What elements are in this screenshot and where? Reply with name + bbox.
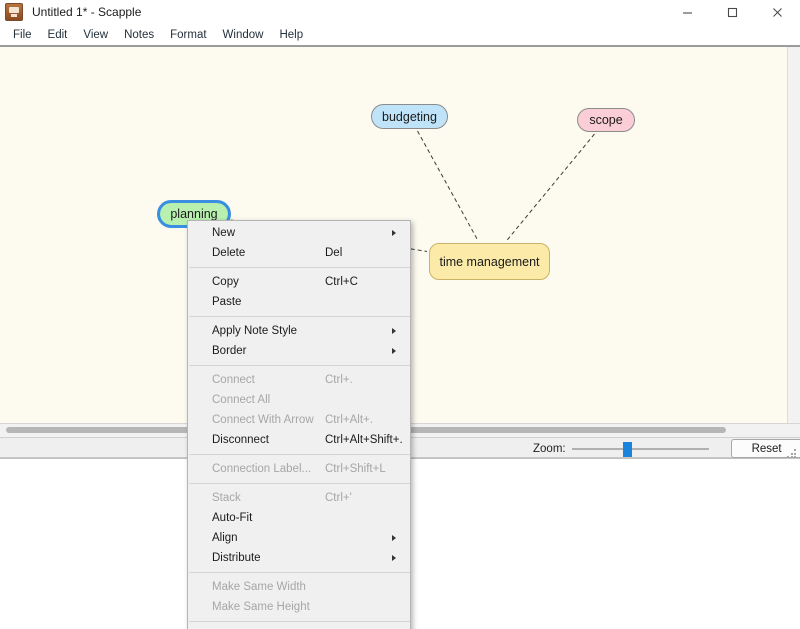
note-context-menu[interactable]: New Delete Del Copy Ctrl+C Paste Apply Note St… <box>187 220 411 629</box>
menu-item-shortcut: Ctrl+Shift+L <box>325 463 386 475</box>
menu-item-make-same-height: Make Same Height <box>188 597 410 617</box>
submenu-arrow-icon <box>392 328 396 334</box>
menu-item-paste[interactable]: Paste <box>188 292 410 312</box>
scrollbar-corner <box>787 424 800 437</box>
menu-separator <box>189 572 410 573</box>
menu-item-shortcut: Ctrl+Alt+. <box>325 414 373 426</box>
menu-item-label: Disconnect <box>212 434 269 446</box>
menubar-item-help[interactable]: Help <box>271 27 311 43</box>
menubar-item-window[interactable]: Window <box>215 27 272 43</box>
menu-item-shortcut: Ctrl+Alt+Shift+. <box>325 434 403 446</box>
menu-item-label: Distribute <box>212 552 261 564</box>
submenu-arrow-icon <box>392 230 396 236</box>
menu-separator <box>189 621 410 622</box>
scapple-app-icon <box>5 3 23 21</box>
menu-item-new[interactable]: New <box>188 223 410 243</box>
menu-item-copy[interactable]: Copy Ctrl+C <box>188 272 410 292</box>
menu-item-shortcut: Del <box>325 247 343 259</box>
zoom-slider[interactable] <box>571 441 709 457</box>
title-bar: Untitled 1* - Scapple <box>0 0 800 24</box>
note-label: planning <box>170 207 218 221</box>
window-controls <box>665 0 800 24</box>
note-budgeting[interactable]: budgeting <box>371 104 448 129</box>
menu-item-label: Align <box>212 532 238 544</box>
note-scope[interactable]: scope <box>577 108 635 132</box>
menu-item-connect-all: Connect All <box>188 390 410 410</box>
menu-item-delete[interactable]: Delete Del <box>188 243 410 263</box>
zoom-slider-track <box>571 447 709 450</box>
menu-separator <box>189 454 410 455</box>
vertical-scrollbar[interactable] <box>787 47 800 423</box>
menu-bar: File Edit View Notes Format Window Help <box>0 24 800 45</box>
menubar-item-edit[interactable]: Edit <box>40 27 76 43</box>
menu-item-distribute[interactable]: Distribute <box>188 548 410 568</box>
menu-separator <box>189 316 410 317</box>
menu-item-label: Apply Note Style <box>212 325 298 337</box>
menu-item-label: Border <box>212 345 247 357</box>
menu-item-label: Delete <box>212 247 246 259</box>
menu-separator <box>189 267 410 268</box>
menubar-item-file[interactable]: File <box>5 27 40 43</box>
menu-item-shortcut: Ctrl+C <box>325 276 358 288</box>
menu-item-label: Stack <box>212 492 241 504</box>
menu-item-disconnect[interactable]: Disconnect Ctrl+Alt+Shift+. <box>188 430 410 450</box>
menu-item-label: Paste <box>212 296 242 308</box>
menu-item-label: Connect With Arrow <box>212 414 314 426</box>
menubar-item-notes[interactable]: Notes <box>116 27 162 43</box>
menu-item-label: Connection Label... <box>212 463 312 475</box>
zoom-control-group: Zoom: Reset <box>533 438 800 459</box>
connection-budgeting-to-time-management <box>417 130 479 242</box>
window-title: Untitled 1* - Scapple <box>32 5 142 19</box>
menu-item-shortcut: Ctrl+. <box>325 374 353 386</box>
submenu-arrow-icon <box>392 535 396 541</box>
menu-item-label: Make Same Width <box>212 581 306 593</box>
submenu-arrow-icon <box>392 555 396 561</box>
menu-item-connect: Connect Ctrl+. <box>188 370 410 390</box>
menu-item-apply-note-style[interactable]: Apply Note Style <box>188 321 410 341</box>
note-label: time management <box>439 254 540 269</box>
menu-item-label: Auto-Fit <box>212 512 253 524</box>
submenu-arrow-icon <box>392 348 396 354</box>
note-label: budgeting <box>382 109 437 124</box>
menu-item-auto-fit[interactable]: Auto-Fit <box>188 508 410 528</box>
menu-item-connect-with-arrow: Connect With Arrow Ctrl+Alt+. <box>188 410 410 430</box>
menu-item-label: Make Same Height <box>212 601 310 613</box>
close-icon[interactable] <box>755 0 800 24</box>
connection-scope-to-time-management <box>505 133 595 242</box>
menubar-item-view[interactable]: View <box>75 27 116 43</box>
maximize-icon[interactable] <box>710 0 755 24</box>
menu-item-label: Copy <box>212 276 239 288</box>
note-label: scope <box>589 113 623 127</box>
menu-separator <box>189 483 410 484</box>
menu-item-border[interactable]: Border <box>188 341 410 361</box>
menu-separator <box>189 365 410 366</box>
menubar-item-format[interactable]: Format <box>162 27 214 43</box>
menu-item-align[interactable]: Align <box>188 528 410 548</box>
menu-item-label: New <box>212 227 236 239</box>
menu-item-connection-label: Connection Label... Ctrl+Shift+L <box>188 459 410 479</box>
menu-item-label: Connect <box>212 374 255 386</box>
zoom-slider-thumb[interactable] <box>622 441 632 457</box>
menu-item-make-same-width: Make Same Width <box>188 577 410 597</box>
menu-item-stack: Stack Ctrl+' <box>188 488 410 508</box>
menu-item-label: Connect All <box>212 394 271 406</box>
menu-item-shortcut: Ctrl+' <box>325 492 352 504</box>
minimize-icon[interactable] <box>665 0 710 24</box>
zoom-label: Zoom: <box>533 442 566 455</box>
note-time-management[interactable]: time management <box>429 243 550 280</box>
resize-grip-icon[interactable] <box>787 449 797 458</box>
scapple-window: Untitled 1* - Scapple File Edit View Notes F… <box>0 0 800 629</box>
